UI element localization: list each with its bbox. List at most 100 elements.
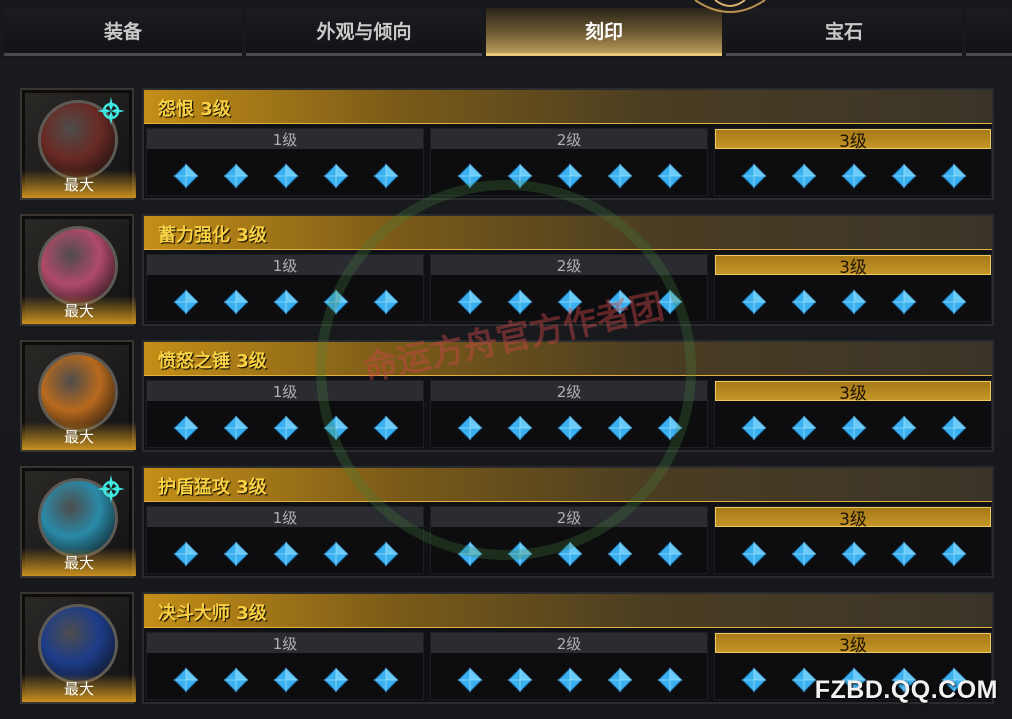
engraving-gem-icon (741, 415, 767, 441)
engraving-gem-icon (173, 541, 199, 567)
tier-slot: 1级 (146, 632, 424, 700)
engraving-gem-icon (891, 415, 917, 441)
engraving-gem-icon (841, 163, 867, 189)
engraving-gem-icon (373, 163, 399, 189)
engraving-gem-icon (457, 667, 483, 693)
engraving-icon-frame[interactable]: 最大 (20, 466, 136, 578)
engraving-row[interactable]: 最大 怨恨 3级 1级 2级 3级 (20, 88, 996, 200)
engraving-panel: 护盾猛攻 3级 1级 2级 3级 (142, 466, 994, 578)
engraving-gem-icon (173, 415, 199, 441)
engraving-gem-icon (791, 541, 817, 567)
tab-gems[interactable]: 宝石 (726, 8, 962, 56)
tab-label: 外观与倾向 (316, 21, 412, 43)
tier-label: 1级 (147, 633, 423, 653)
engraving-gem-icon (223, 163, 249, 189)
engraving-row[interactable]: 最大 护盾猛攻 3级 1级 2级 3级 (20, 466, 996, 578)
tier-label: 2级 (431, 507, 707, 527)
max-label: 最大 (22, 548, 136, 576)
engraving-title-bar: 愤怒之锤 3级 (144, 342, 992, 376)
engraving-gem-icon (323, 667, 349, 693)
engraving-gem-icon (841, 541, 867, 567)
engraving-gem-icon (457, 541, 483, 567)
engraving-gem-icon (941, 541, 967, 567)
engraving-gem-icon (223, 289, 249, 315)
engraving-icon-frame[interactable]: 最大 (20, 88, 136, 200)
tab-equipment[interactable]: 装备 (4, 8, 242, 56)
tier-label: 3级 (715, 633, 991, 656)
engraving-gem-icon (273, 415, 299, 441)
hammer-of-wrath-engraving-icon (38, 352, 118, 432)
engraving-gem-icon (507, 289, 533, 315)
site-logo: FZBD.QQ.COM (814, 676, 998, 704)
tier-slot: 3级 (714, 506, 992, 574)
engraving-gem-icon (373, 289, 399, 315)
tier-label: 2级 (431, 633, 707, 653)
engraving-gem-icon (941, 415, 967, 441)
engraving-title-bar: 蓄力强化 3级 (144, 216, 992, 250)
engraving-name: 护盾猛攻 3级 (158, 477, 267, 498)
engraving-title-bar: 护盾猛攻 3级 (144, 468, 992, 502)
engraving-gem-icon (941, 163, 967, 189)
engraving-list: 最大 怨恨 3级 1级 2级 3级 最大 蓄力强化 3级 1级 2级 3级 最大 愤怒之锤 3级 1级 2… (0, 58, 1012, 719)
charge-enhancement-engraving-icon (38, 226, 118, 306)
engraving-gem-icon (173, 163, 199, 189)
engraving-gem-icon (273, 163, 299, 189)
engraving-gem-icon (557, 541, 583, 567)
engraving-gem-icon (373, 667, 399, 693)
tier-slot: 1级 (146, 128, 424, 196)
engraving-gem-icon (841, 289, 867, 315)
engraving-gem-icon (607, 163, 633, 189)
tier-label: 1级 (147, 381, 423, 401)
tier-label: 1级 (147, 507, 423, 527)
tab-appearance[interactable]: 外观与倾向 (246, 8, 482, 56)
engraving-gem-icon (507, 541, 533, 567)
engraving-icon-frame[interactable]: 最大 (20, 592, 136, 704)
tier-label: 2级 (431, 381, 707, 401)
tab-extra (966, 8, 1012, 56)
tier-slot: 1级 (146, 506, 424, 574)
tier-slot: 3级 (714, 128, 992, 196)
engraving-gem-icon (741, 163, 767, 189)
engraving-gem-icon (791, 667, 817, 693)
engraving-gem-icon (457, 415, 483, 441)
ornament-icon (694, 0, 766, 13)
engraving-gem-icon (791, 163, 817, 189)
max-label: 最大 (22, 422, 136, 450)
engraving-row[interactable]: 最大 蓄力强化 3级 1级 2级 3级 (20, 214, 996, 326)
engraving-row[interactable]: 最大 愤怒之锤 3级 1级 2级 3级 (20, 340, 996, 452)
engraving-gem-icon (657, 289, 683, 315)
engraving-panel: 愤怒之锤 3级 1级 2级 3级 (142, 340, 994, 452)
engraving-gem-icon (457, 289, 483, 315)
max-label: 最大 (22, 296, 136, 324)
engraving-gem-icon (273, 667, 299, 693)
engraving-gem-icon (741, 541, 767, 567)
tier-label: 3级 (715, 381, 991, 404)
engraving-gem-icon (891, 163, 917, 189)
tier-slot: 3级 (714, 254, 992, 322)
engraving-gem-icon (323, 163, 349, 189)
engraving-gem-icon (557, 415, 583, 441)
tier-slot: 3级 (714, 380, 992, 448)
engraving-name: 决斗大师 3级 (158, 603, 267, 624)
engraving-name: 愤怒之锤 3级 (158, 351, 267, 372)
max-label: 最大 (22, 674, 136, 702)
tier-label: 3级 (715, 255, 991, 278)
engraving-gem-icon (741, 289, 767, 315)
engraving-gem-icon (607, 289, 633, 315)
tier-slot: 1级 (146, 254, 424, 322)
engraving-icon-frame[interactable]: 最大 (20, 340, 136, 452)
engraving-gem-icon (657, 163, 683, 189)
tier-label: 1级 (147, 129, 423, 149)
rune-compass-icon (97, 97, 125, 125)
engraving-gem-icon (891, 541, 917, 567)
tier-slot: 2级 (430, 128, 708, 196)
tab-engraving[interactable]: 刻印 (486, 8, 722, 56)
engraving-title-bar: 怨恨 3级 (144, 90, 992, 124)
tier-label: 2级 (431, 255, 707, 275)
rune-compass-icon (97, 475, 125, 503)
engraving-icon-frame[interactable]: 最大 (20, 214, 136, 326)
tier-slot: 2级 (430, 506, 708, 574)
engraving-gem-icon (607, 415, 633, 441)
engraving-gem-icon (507, 415, 533, 441)
engraving-gem-icon (223, 541, 249, 567)
